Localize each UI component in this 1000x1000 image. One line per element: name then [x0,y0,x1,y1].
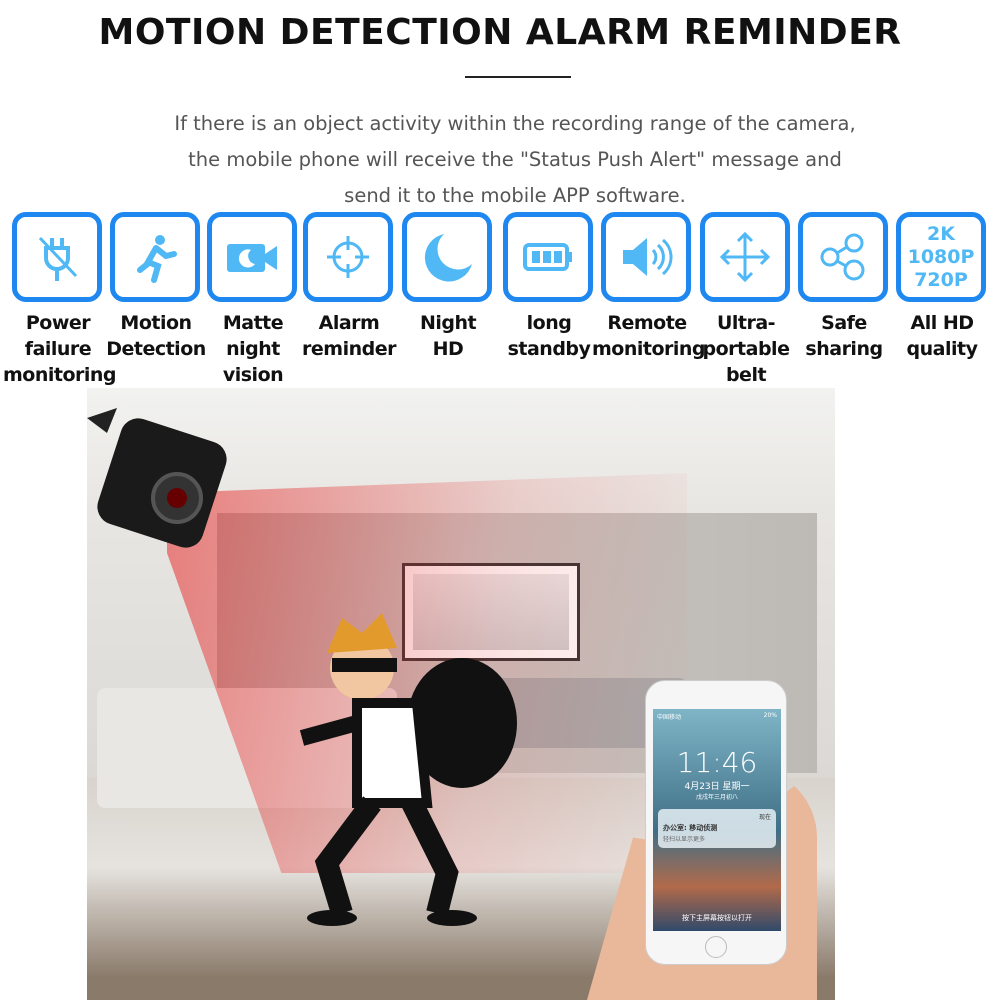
feature-label-line: Ultra-portable [702,312,790,360]
resolution-icon: 2K 1080P 720P [908,223,975,292]
feature-icon-box [798,212,888,302]
phone-lock-screen: 中国移动 20% 11:46 4月23日 星期一 戊戌年三月初八 现在 办公室:… [653,709,781,931]
feature-label: Motion Detection [101,310,211,362]
feature-label: Ultra-portable belt [691,310,801,388]
resolution-label: 2K [927,222,955,245]
carrier: 中国移动 [657,714,682,721]
move-arrows-icon [719,231,771,283]
description-line: the mobile phone will receive the "Statu… [188,148,842,171]
share-icon [820,233,865,281]
thief-illustration [299,613,517,926]
feature-all-hd-quality: 2K 1080P 720P All HD quality [896,212,988,362]
running-person-icon [137,235,177,283]
notification-time: 现在 [758,814,771,821]
feature-label: long standby [494,310,604,362]
feature-icon-box [303,212,393,302]
description-line: If there is an object activity within th… [174,112,856,135]
feature-label-line: belt [725,364,767,386]
feature-label: All HD quality [887,310,997,362]
feature-motion-detection: Motion Detection [106,212,206,362]
moon-icon [424,234,472,282]
feature-label-line: monitoring [592,338,706,360]
feature-label-line: failure [24,338,92,360]
feature-icon-box [601,212,691,302]
feature-label-line: quality [906,338,978,360]
feature-label: Alarm reminder [294,310,404,362]
unlock-hint: 按下主屏幕按钮以打开 [682,914,752,922]
feature-label: Remote monitoring [592,310,706,362]
feature-icon-box [110,212,200,302]
feature-label-line: All HD [910,312,974,334]
feature-safe-sharing: Safe sharing [798,212,890,362]
battery-level: 20% [763,712,777,719]
feature-matte-night-vision: Matte night vision [207,212,299,388]
feature-label-line: reminder [302,338,396,360]
feature-icon-box [503,212,593,302]
notification-body: 轻扫以显示更多 [663,836,706,843]
notification-title: 办公室: 移动侦测 [663,824,718,832]
description: If there is an object activity within th… [0,106,1000,214]
lunar-date: 戊戌年三月初八 [695,794,738,801]
feature-label-line: Power [25,312,91,334]
night-camera-icon [227,244,277,272]
feature-label-line: vision [222,364,284,386]
feature-label-line: standby [507,338,591,360]
feature-icon-box: 2K 1080P 720P [896,212,986,302]
feature-icon-box [402,212,492,302]
feature-power-failure-monitoring: Power failure monitoring [3,212,117,388]
feature-label-line: Detection [106,338,206,360]
unplugged-icon [38,236,78,281]
feature-remote-monitoring: Remote monitoring [592,212,706,362]
feature-ultra-portable-belt: Ultra-portable belt [700,212,792,388]
title-divider [465,76,571,78]
description-line: send it to the mobile APP software. [344,184,686,207]
feature-label-line: sharing [805,338,883,360]
feature-label-line: night [226,338,280,360]
feature-label: Safe sharing [789,310,899,362]
feature-icon-box [700,212,790,302]
feature-label: Matte night vision [198,310,308,388]
feature-icon-box [12,212,102,302]
lock-time: 11:46 [676,746,758,779]
page-title: MOTION DETECTION ALARM REMINDER [98,12,902,53]
feature-label-line: monitoring [3,364,117,386]
feature-label-line: Alarm [318,312,380,334]
feature-label-line: Safe [821,312,867,334]
feature-label-line: long [526,312,572,334]
battery-icon [523,243,572,271]
home-button[interactable] [705,936,727,958]
camera-icon [87,408,227,548]
feature-label-line: Matte [222,312,284,334]
room-scene-photo: 中国移动 20% 11:46 4月23日 星期一 戊戌年三月初八 现在 办公室:… [87,388,835,1000]
feature-night-hd: Night HD [402,212,494,362]
feature-label-line: Motion [120,312,192,334]
feature-label-line: HD [432,338,464,360]
feature-alarm-reminder: Alarm reminder [302,212,396,362]
smartphone: 中国移动 20% 11:46 4月23日 星期一 戊戌年三月初八 现在 办公室:… [645,680,787,965]
speaker-icon [623,238,673,276]
feature-icon-box [207,212,297,302]
resolution-label: 1080P [907,245,975,268]
feature-label: Night HD [393,310,503,362]
resolution-label: 720P [914,268,968,291]
feature-label-line: Night [419,312,477,334]
feature-label: Power failure monitoring [3,310,117,388]
crosshair-icon [327,236,369,278]
motion-notification[interactable]: 现在 办公室: 移动侦测 轻扫以显示更多 [658,809,776,848]
lock-date: 4月23日 星期一 [684,782,750,792]
feature-label-line: Remote [607,312,687,334]
feature-long-standby: long standby [503,212,595,362]
